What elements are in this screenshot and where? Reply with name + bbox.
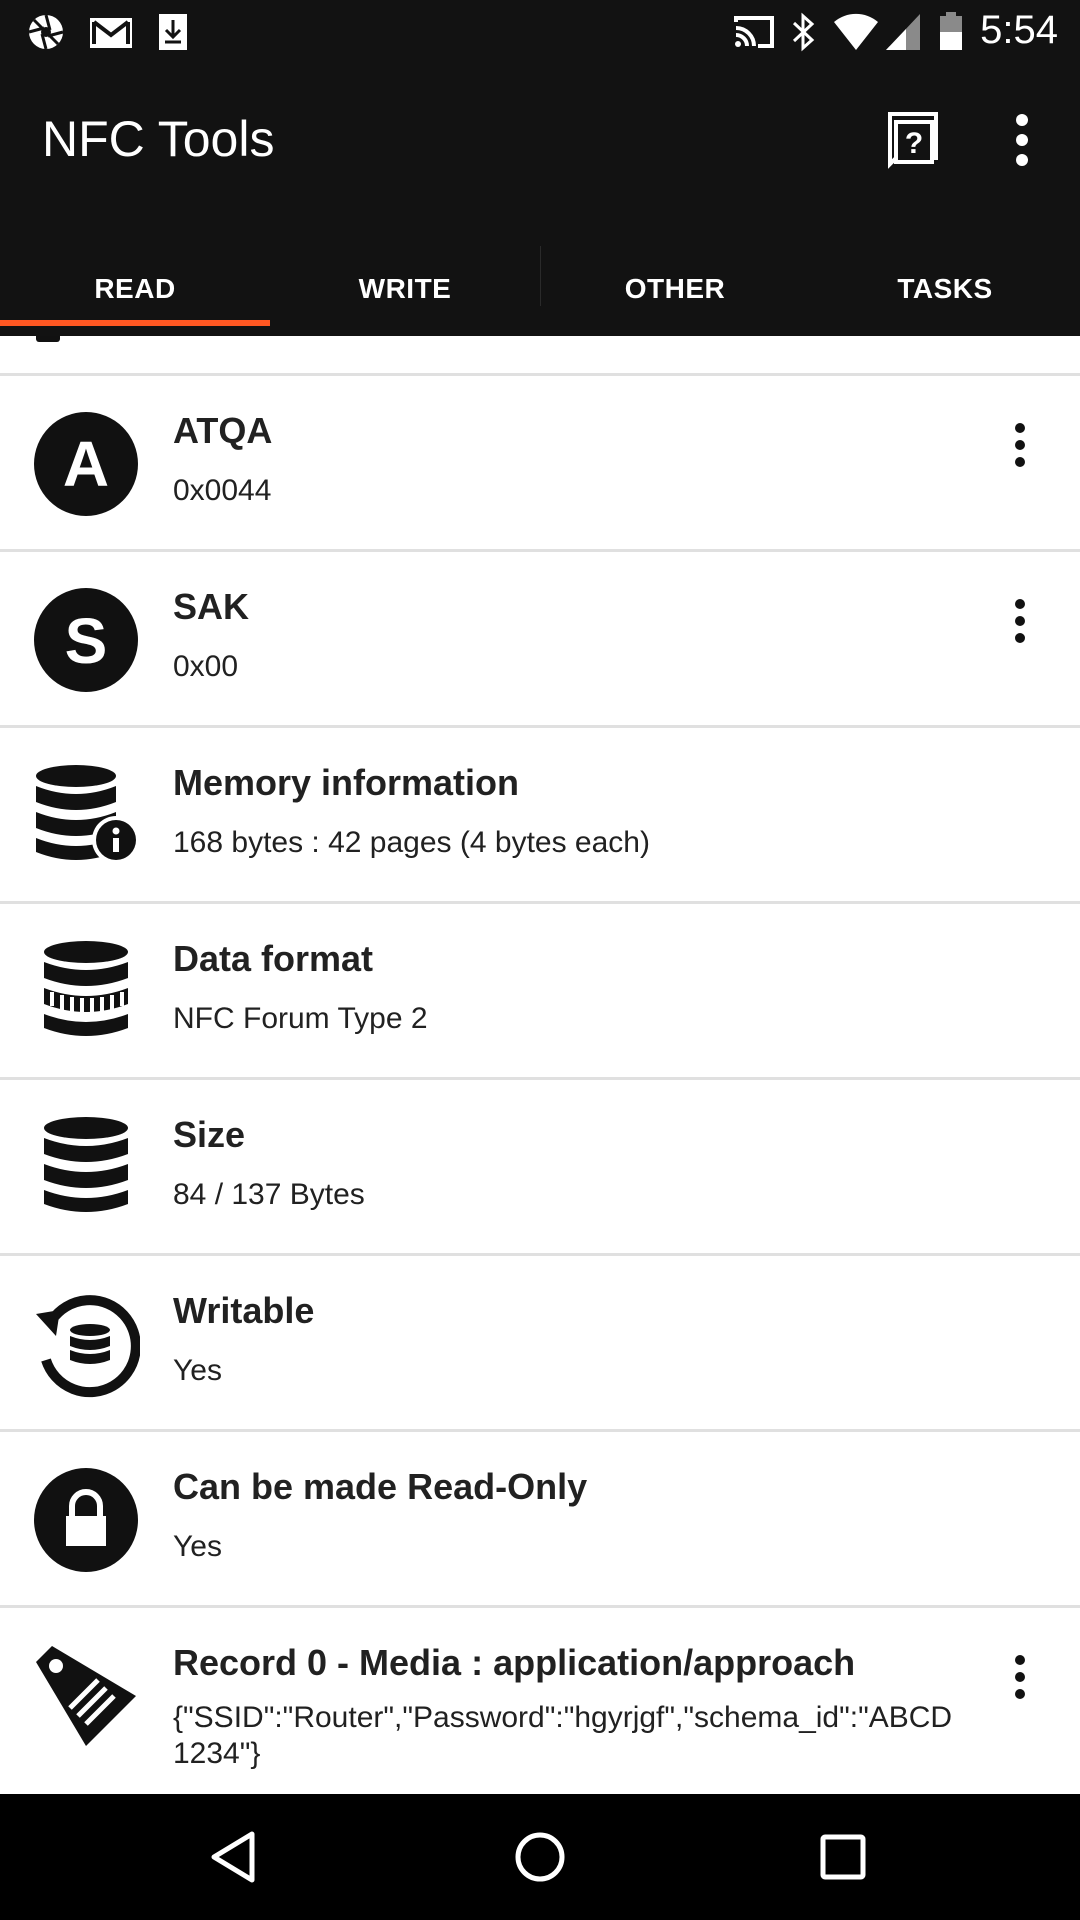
partial-icon — [36, 336, 60, 342]
list-item-writable[interactable]: Writable Yes — [0, 1256, 1080, 1432]
status-bar: 5:54 — [0, 0, 1080, 64]
more-vert-icon[interactable] — [1000, 1654, 1040, 1700]
status-time: 5:54 — [980, 8, 1058, 52]
database-icon — [44, 1117, 128, 1212]
list-item-partial — [0, 336, 1080, 376]
item-value: NFC Forum Type 2 — [173, 1002, 428, 1035]
svg-text:?: ? — [905, 127, 923, 160]
signal-icon — [886, 14, 920, 50]
list-item-atqa[interactable]: A ATQA 0x0044 — [0, 376, 1080, 552]
list-item-record-0[interactable]: Record 0 - Media : application/approach … — [0, 1608, 1080, 1794]
tag-info-list[interactable]: A ATQA 0x0044 S SAK 0x00 Memory informat… — [0, 336, 1080, 1794]
wifi-icon — [834, 13, 878, 50]
item-title: SAK — [173, 586, 250, 627]
database-refresh-icon — [36, 1295, 140, 1398]
tab-write[interactable]: WRITE — [270, 242, 540, 336]
app-title: NFC Tools — [42, 111, 275, 167]
more-vert-icon[interactable] — [1000, 598, 1040, 644]
bluetooth-icon — [792, 12, 815, 52]
navigation-bar — [0, 1794, 1080, 1920]
tab-other[interactable]: OTHER — [540, 242, 810, 336]
letter-s-icon: S — [34, 588, 138, 692]
database-format-icon — [44, 941, 128, 1036]
list-item-sak[interactable]: S SAK 0x00 — [0, 552, 1080, 728]
item-value: 0x00 — [173, 650, 239, 683]
battery-icon — [940, 12, 962, 50]
item-title: Can be made Read-Only — [173, 1466, 588, 1507]
item-value: 0x0044 — [173, 474, 272, 507]
item-value: 84 / 137 Bytes — [173, 1178, 365, 1211]
item-title: Size — [173, 1114, 246, 1155]
app-bar: NFC Tools ? — [0, 64, 1080, 242]
more-vert-icon[interactable] — [990, 108, 1054, 172]
database-info-icon — [36, 765, 140, 864]
help-icon[interactable]: ? — [880, 108, 944, 172]
letter-a-icon: A — [34, 412, 138, 516]
list-item-data-format[interactable]: Data format NFC Forum Type 2 — [0, 904, 1080, 1080]
more-vert-icon[interactable] — [1000, 422, 1040, 468]
item-title: Record 0 - Media : application/approach — [173, 1642, 856, 1683]
recents-square-icon[interactable] — [808, 1822, 878, 1892]
list-item-read-only[interactable]: Can be made Read-Only Yes — [0, 1432, 1080, 1608]
item-title: Writable — [173, 1290, 315, 1331]
item-value: Yes — [173, 1530, 222, 1563]
cast-icon — [734, 16, 774, 48]
item-value: 168 bytes : 42 pages (4 bytes each) — [173, 826, 650, 859]
tab-divider — [540, 246, 541, 306]
list-item-size[interactable]: Size 84 / 137 Bytes — [0, 1080, 1080, 1256]
list-item-memory-information[interactable]: Memory information 168 bytes : 42 pages … — [0, 728, 1080, 904]
tab-tasks[interactable]: TASKS — [810, 242, 1080, 336]
svg-text:A: A — [63, 428, 109, 500]
item-value: Yes — [173, 1354, 222, 1387]
item-value: {"SSID":"Router","Password":"hgyrjgf","s… — [173, 1701, 953, 1770]
download-icon — [159, 14, 187, 50]
tab-read[interactable]: READ — [0, 242, 270, 336]
lock-icon — [34, 1468, 138, 1572]
gmail-icon — [90, 18, 132, 48]
back-triangle-icon[interactable] — [200, 1822, 270, 1892]
item-title: ATQA — [173, 410, 273, 451]
svg-text:S: S — [65, 605, 108, 677]
camera-aperture-icon — [28, 14, 64, 50]
tag-icon — [36, 1646, 136, 1746]
item-title: Memory information — [173, 762, 520, 803]
item-title: Data format — [173, 938, 374, 979]
home-circle-icon[interactable] — [505, 1822, 575, 1892]
